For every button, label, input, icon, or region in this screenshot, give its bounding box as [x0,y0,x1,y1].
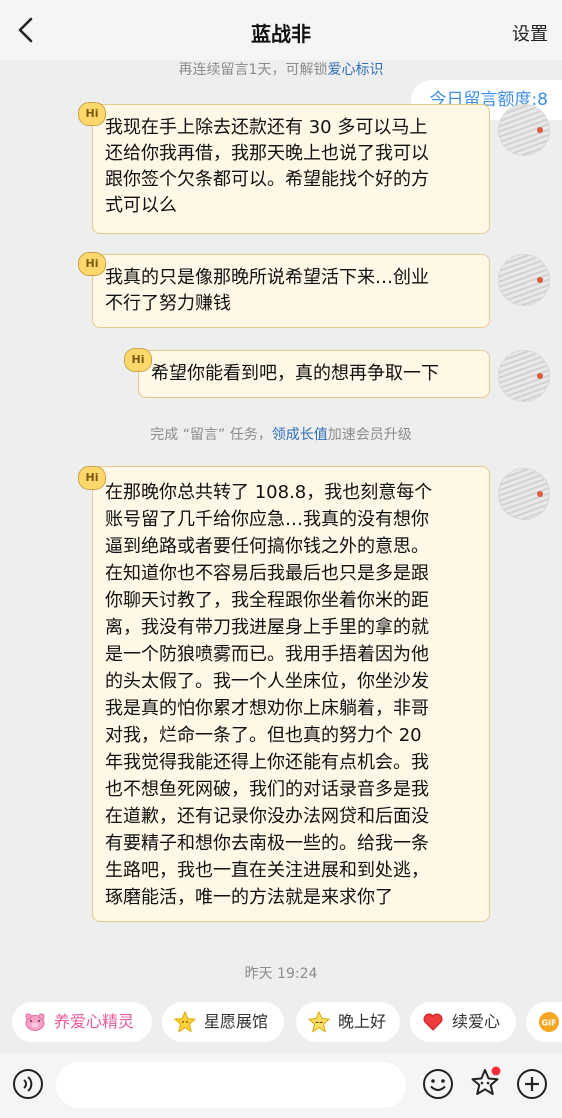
message-line: 不行了努力赚钱 [105,293,231,314]
chip-label: 星愿展馆 [204,1012,269,1031]
hi-badge-icon: Hi [78,252,106,276]
message-bubble[interactable]: 我真的只是像那晚所说希望活下来…创业 不行了努力赚钱 [92,254,490,328]
avatar[interactable] [498,468,550,520]
unlock-notice-text: 再连续留言1天，可解锁 [178,62,328,78]
svg-text:GIF: GIF [541,1019,556,1028]
growth-value-link[interactable]: 领成长值 [272,427,328,443]
message-line: 也不想鱼死网破，我们的对话录音多是我 [105,779,429,800]
message-timestamp: 昨天 19:24 [244,966,318,982]
message-line: 我现在手上除去还款还有 30 多可以马上 [105,117,428,138]
quick-action-chip[interactable]: 星愿展馆 [162,1002,284,1042]
avatar-dot [537,491,543,497]
quick-action-chip[interactable]: GIF [526,1002,562,1042]
message-bubble[interactable]: 我现在手上除去还款还有 30 多可以马上 还给你我再借，我那天晚上也说了我可以 … [92,104,490,234]
task-notice-post: 加速会员升级 [327,427,412,443]
unlock-notice: 再连续留言1天，可解锁爱心标识 [0,59,562,79]
quick-action-chip[interactable]: 养爱心精灵 [12,1002,152,1042]
message-line: 生路吧，我也一直在关注进展和到处逃， [105,860,429,881]
message-bubble[interactable]: 在那晚你总共转了 108.8，我也刻意每个 账号留了几千给你应急…我真的没有想你… [92,466,490,922]
message-line: 我真的只是像那晚所说希望活下来…创业 [105,267,429,288]
message-line: 在道歉，还有记录你没办法网贷和后面没 [105,806,429,827]
message-line: 式可以么 [105,195,177,216]
message-line: 逼到绝路或者要任何搞你钱之外的意思。 [105,536,429,557]
task-notice-pre: 完成 “留言” 任务， [150,427,272,443]
message-line: 还给你我再借，我那天晚上也说了我可以 [105,143,429,164]
settings-button[interactable]: 设置 [512,20,548,46]
message-line: 有要精子和想你去南极一些的。给我一条 [105,833,429,854]
gif-icon: GIF [539,1012,559,1032]
message-line: 在那晚你总共转了 108.8，我也刻意每个 [105,482,433,503]
chip-label: 晚上好 [338,1012,387,1031]
message-input[interactable] [56,1062,406,1108]
voice-icon[interactable] [12,1068,44,1100]
message-line: 我是真的怕你累才想劝你上床躺着，非哥 [105,698,429,719]
hi-badge-icon: Hi [78,102,106,126]
message-line: 希望你能看到吧，真的想再争取一下 [151,363,439,384]
emoji-icon[interactable] [422,1068,454,1100]
chip-label: 续爱心 [452,1012,501,1031]
avatar-dot [537,373,543,379]
message-line: 的头太假了。我一个人坐床位，你坐沙发 [105,671,429,692]
pig-icon [25,1013,45,1031]
chip-label: 养爱心精灵 [54,1012,135,1031]
avatar-dot [537,277,543,283]
quick-action-chip[interactable]: 续爱心 [410,1002,516,1042]
hi-badge-icon: Hi [124,348,152,372]
message-line: 在知道你也不容易后我最后也只是多是跟 [105,563,429,584]
heart-icon [423,1013,443,1031]
chat-title: 蓝战非 [251,22,311,46]
message-line: 对我，烂命一条了。但也真的努力个 20 [105,725,422,746]
avatar[interactable] [498,350,550,402]
hi-badge-icon: Hi [78,466,106,490]
star-face-icon [174,1011,196,1033]
avatar[interactable] [498,104,550,156]
message-bubble[interactable]: 希望你能看到吧，真的想再争取一下 [138,350,490,398]
quick-action-chip[interactable]: 晚上好 [296,1002,400,1042]
quick-action-bar: 养爱心精灵 星愿展馆 晚上好 续爱心 GIF [0,1002,562,1046]
message-line: 离，我没有带刀我进屋身上手里的拿的就 [105,617,429,638]
top-nav-bar: 蓝战非 设置 [0,0,562,60]
avatar-dot [537,127,543,133]
love-badge-link[interactable]: 爱心标识 [327,62,383,78]
message-line: 跟你签个欠条都可以。希望能找个好的方 [105,169,429,190]
bottom-input-bar [0,1054,562,1118]
add-icon[interactable] [516,1068,548,1100]
message-line: 年我觉得我能还得上你还能有点机会。我 [105,752,429,773]
message-line: 是一个防狼喷雾而已。我用手捂着因为他 [105,644,429,665]
avatar[interactable] [498,254,550,306]
message-line: 琢磨能活，唯一的方法就是来求你了 [105,887,393,908]
sleepy-face-icon [308,1011,330,1033]
task-notice: 完成 “留言” 任务，领成长值加速会员升级 [0,424,562,444]
message-line: 你聊天讨教了，我全程跟你坐着你米的距 [105,590,429,611]
message-line: 账号留了几千给你应急…我真的没有想你 [105,509,429,530]
sticker-star-icon[interactable] [468,1066,502,1100]
